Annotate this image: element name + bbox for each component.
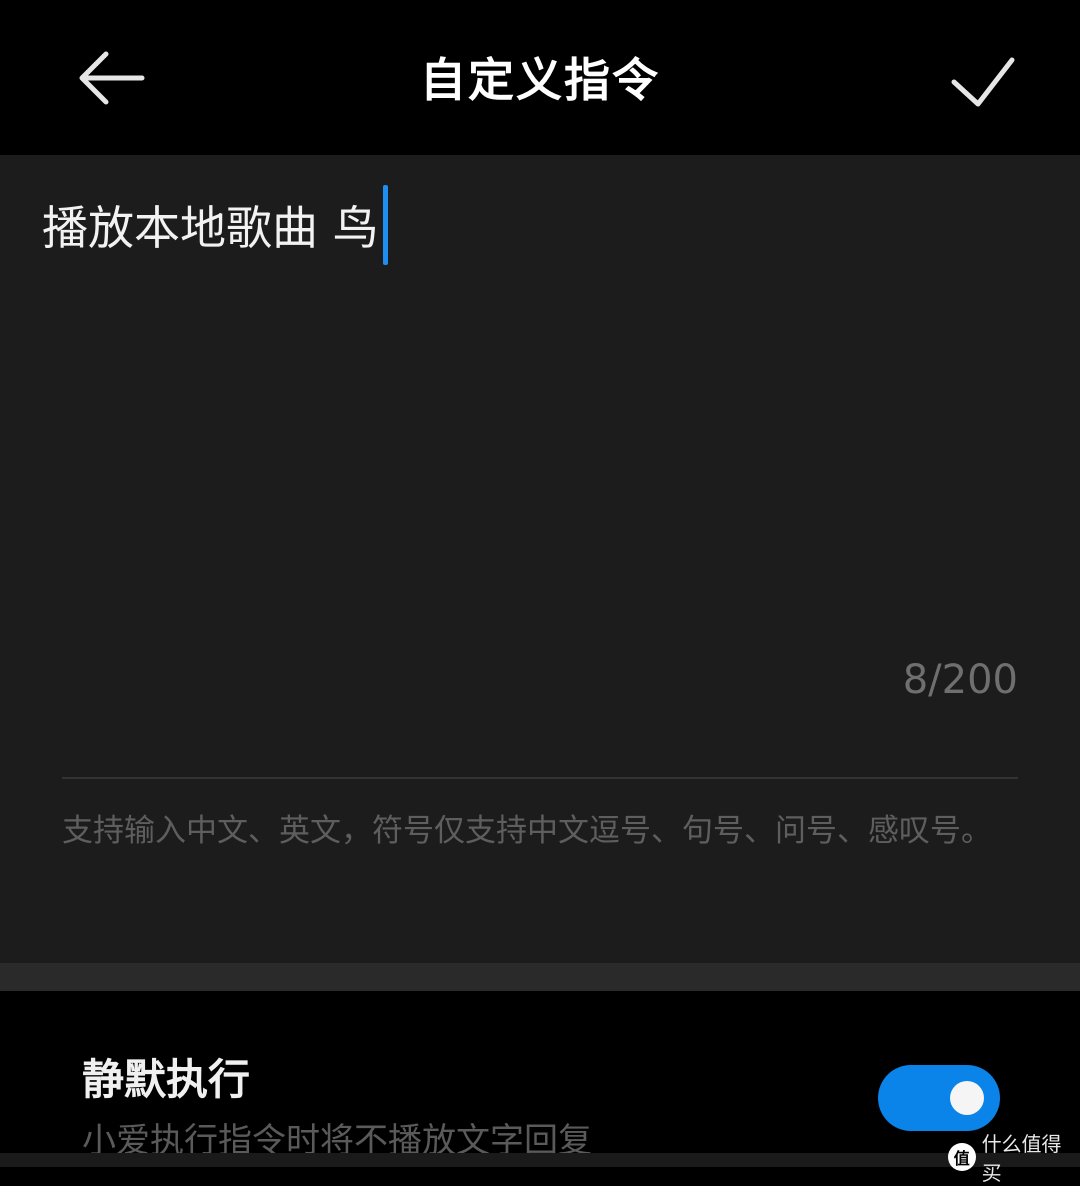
watermark: 值 什么值得买: [948, 1128, 1080, 1186]
toggle-knob: [950, 1081, 984, 1115]
setting-title: 静默执行: [82, 1055, 251, 1104]
confirm-button[interactable]: [940, 46, 1024, 116]
silent-execution-toggle[interactable]: [878, 1065, 1000, 1131]
check-icon: [951, 57, 1015, 107]
divider: [62, 777, 1018, 779]
page-title: 自定义指令: [420, 53, 660, 107]
watermark-text: 什么值得买: [981, 1132, 1062, 1185]
header-bar: 自定义指令: [0, 0, 1080, 155]
input-hint: 支持输入中文、英文，符号仅支持中文逗号、句号、问号、感叹号。: [62, 813, 992, 849]
command-editor[interactable]: 播放本地歌曲 鸟 8/200 支持输入中文、英文，符号仅支持中文逗号、句号、问号…: [0, 155, 1080, 963]
section-separator: [0, 963, 1080, 991]
bottom-bar: [0, 1153, 1080, 1167]
text-caret: [382, 185, 388, 265]
character-counter: 8/200: [902, 657, 1018, 703]
command-input-value: 播放本地歌曲 鸟: [42, 201, 379, 255]
silent-execution-setting: 静默执行 小爱执行指令时将不播放文字回复: [0, 991, 1080, 1167]
command-input[interactable]: 播放本地歌曲 鸟: [42, 185, 388, 265]
